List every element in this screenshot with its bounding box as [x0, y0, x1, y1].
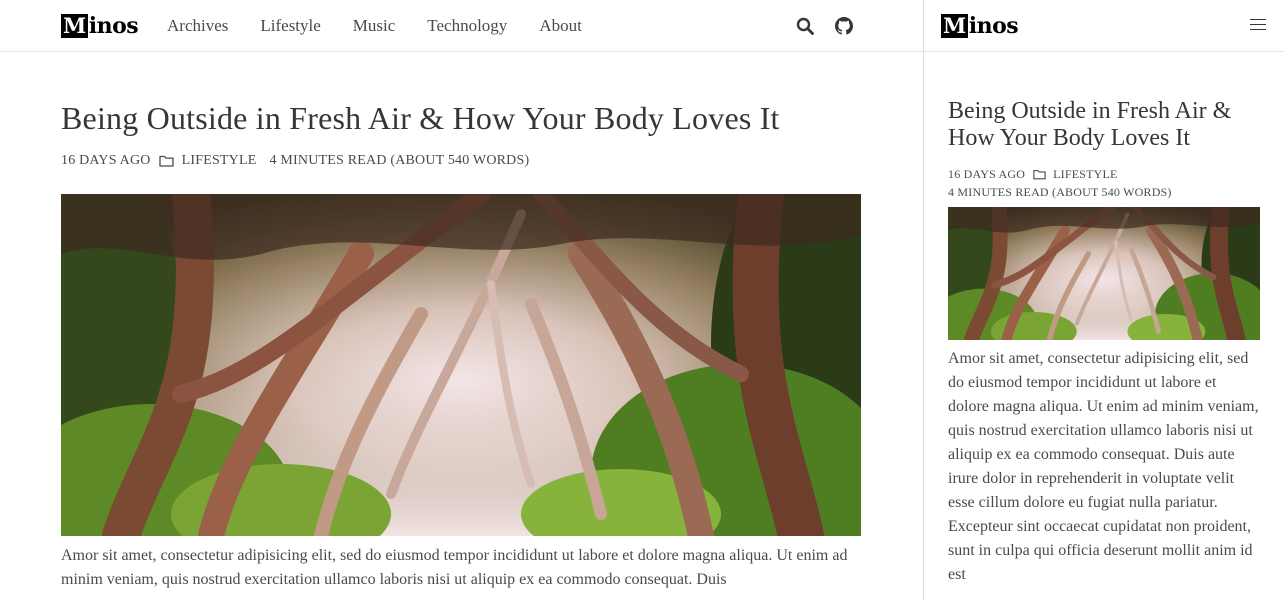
article-title[interactable]: Being Outside in Fresh Air & How Your Bo… [61, 98, 861, 138]
mobile-article: Being Outside in Fresh Air & How Your Bo… [948, 98, 1260, 587]
post-date: 16 days ago [61, 153, 151, 168]
mobile-navbar: Minos [924, 0, 1284, 52]
mobile-view: Minos Being Outside in Fresh Air & How Y… [924, 0, 1284, 600]
nav-link-technology[interactable]: Technology [427, 16, 507, 36]
mobile-article-body: Amor sit amet, consectetur adipisicing e… [948, 350, 1259, 583]
mobile-featured-image [948, 207, 1260, 340]
mobile-article-title[interactable]: Being Outside in Fresh Air & How Your Bo… [948, 98, 1260, 152]
github-icon[interactable] [834, 16, 854, 36]
nav-link-music[interactable]: Music [353, 16, 396, 36]
site-logo[interactable]: Minos [61, 13, 139, 39]
mobile-site-logo[interactable]: Minos [941, 13, 1019, 39]
article-meta: 16 days ago Lifestyle 4 minutes read (Ab… [61, 153, 861, 169]
desktop-view: Minos Archives Lifestyle Music Technolog… [0, 0, 923, 600]
logo-initial: M [61, 13, 88, 38]
nav-link-archives[interactable]: Archives [167, 16, 228, 36]
post-category[interactable]: Lifestyle [182, 153, 257, 169]
mobile-post-category[interactable]: Lifestyle [1053, 165, 1117, 183]
search-icon[interactable] [795, 16, 815, 36]
nav-link-lifestyle[interactable]: Lifestyle [260, 16, 320, 36]
mobile-folder-icon [1033, 169, 1046, 180]
logo-text: inos [88, 13, 139, 39]
desktop-navbar: Minos Archives Lifestyle Music Technolog… [0, 0, 923, 52]
mobile-read-time: 4 minutes read (About 540 words) [948, 185, 1172, 199]
main-nav: Archives Lifestyle Music Technology Abou… [167, 16, 614, 36]
nav-icons [795, 16, 873, 36]
mobile-logo-initial: M [941, 13, 968, 38]
article: Being Outside in Fresh Air & How Your Bo… [61, 98, 861, 592]
mobile-post-date: 16 days ago [948, 167, 1026, 181]
article-body: Amor sit amet, consectetur adipisicing e… [61, 547, 848, 588]
hamburger-menu-icon[interactable] [1250, 19, 1266, 33]
folder-icon [158, 155, 174, 167]
mobile-article-meta: 16 days ago Lifestyle 4 minutes read (Ab… [948, 165, 1260, 201]
nav-link-about[interactable]: About [539, 16, 582, 36]
featured-image [61, 194, 861, 536]
read-time: 4 minutes read (About 540 words) [269, 153, 530, 168]
mobile-logo-text: inos [968, 13, 1019, 39]
